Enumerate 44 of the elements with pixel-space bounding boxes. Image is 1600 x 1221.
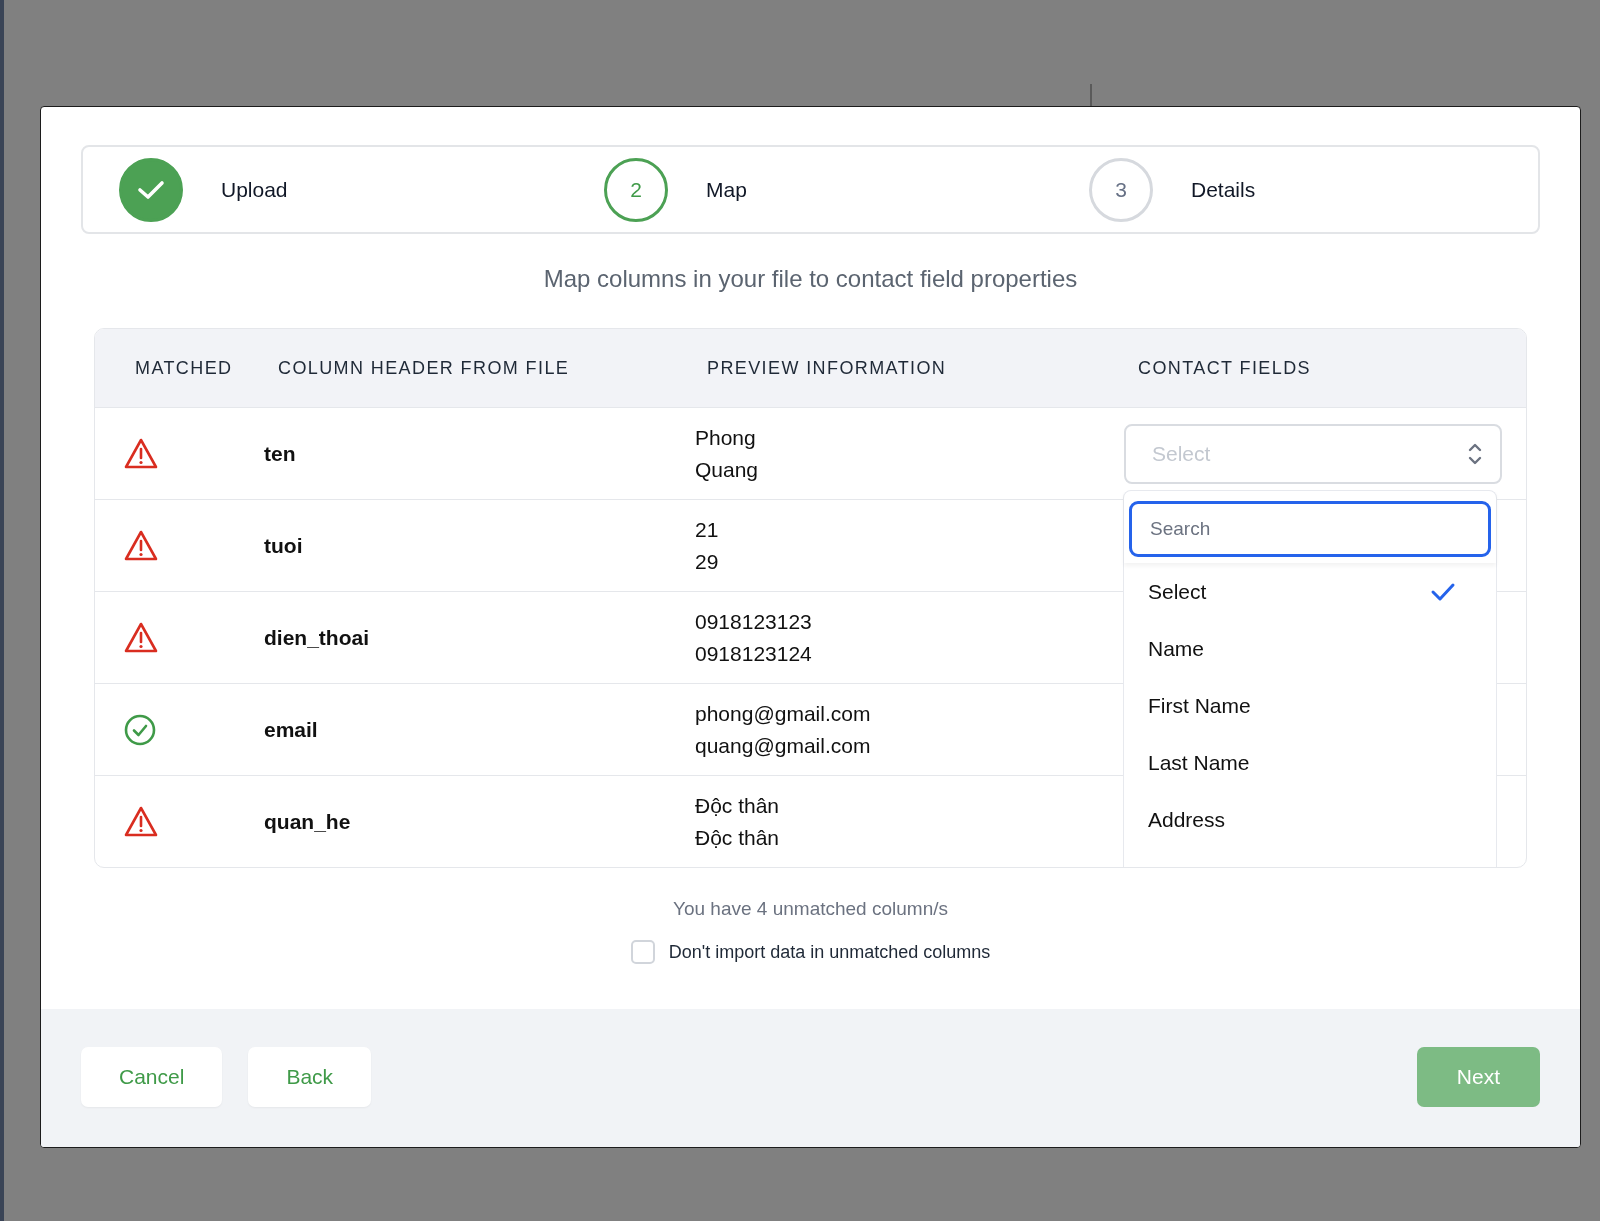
warning-icon	[124, 530, 158, 561]
column-header: PREVIEW INFORMATION	[707, 357, 948, 379]
footer-button[interactable]: Back	[248, 1047, 372, 1107]
checkbox-label: Don't import data in unmatched columns	[668, 941, 991, 963]
warning-icon	[124, 806, 158, 837]
checkbox[interactable]	[630, 940, 655, 964]
dropdown-option[interactable]: Address	[1124, 791, 1496, 848]
preview-value: Độc thân	[695, 792, 781, 819]
preview-value: 0918123124	[695, 640, 813, 667]
column-name: dien_thoai	[264, 625, 370, 650]
preview-value: Phong	[695, 424, 757, 451]
footer-button[interactable]: Cancel	[81, 1047, 223, 1107]
column-name: ten	[264, 441, 297, 466]
dropdown-option[interactable]: Last Name	[1124, 734, 1496, 791]
preview-value: Độc thân	[695, 824, 781, 851]
preview-value: Quang	[695, 456, 760, 483]
preview-value: 21	[695, 516, 720, 543]
unmatched-count-text: You have 4 unmatched column/s	[672, 898, 949, 920]
select-placeholder: Select	[1152, 441, 1211, 466]
preview-value: phong@gmail.com	[695, 700, 872, 727]
column-name: quan_he	[264, 809, 352, 834]
preview-value: quang@gmail.com	[695, 732, 872, 759]
check-circle-icon	[124, 713, 156, 746]
step-label: Map	[706, 177, 747, 202]
column-header: CONTACT FIELDS	[1138, 357, 1312, 379]
column-header: COLUMN HEADER FROM FILE	[278, 357, 571, 379]
instruction-text: Map columns in your file to contact field properties	[542, 265, 1079, 293]
checkmark-icon	[1430, 581, 1456, 602]
chevron-up-down-icon	[1468, 441, 1482, 466]
dropdown-option[interactable]: Select	[1124, 563, 1496, 620]
warning-icon	[124, 438, 158, 469]
search-field[interactable]: Search	[1129, 501, 1491, 557]
column-header: MATCHED	[135, 357, 234, 379]
dropdown-option[interactable]: Name	[1124, 620, 1496, 677]
warning-icon	[124, 622, 158, 653]
preview-value: 0918123123	[695, 608, 813, 635]
step-label: Upload	[221, 177, 288, 202]
dropdown-option[interactable]: First Name	[1124, 677, 1496, 734]
step-number: 3	[1089, 157, 1153, 222]
column-name: email	[264, 717, 319, 742]
step-number: 2	[604, 157, 668, 222]
step-label: Details	[1191, 177, 1256, 202]
column-name: tuoi	[264, 533, 304, 558]
preview-value: 29	[695, 548, 720, 575]
